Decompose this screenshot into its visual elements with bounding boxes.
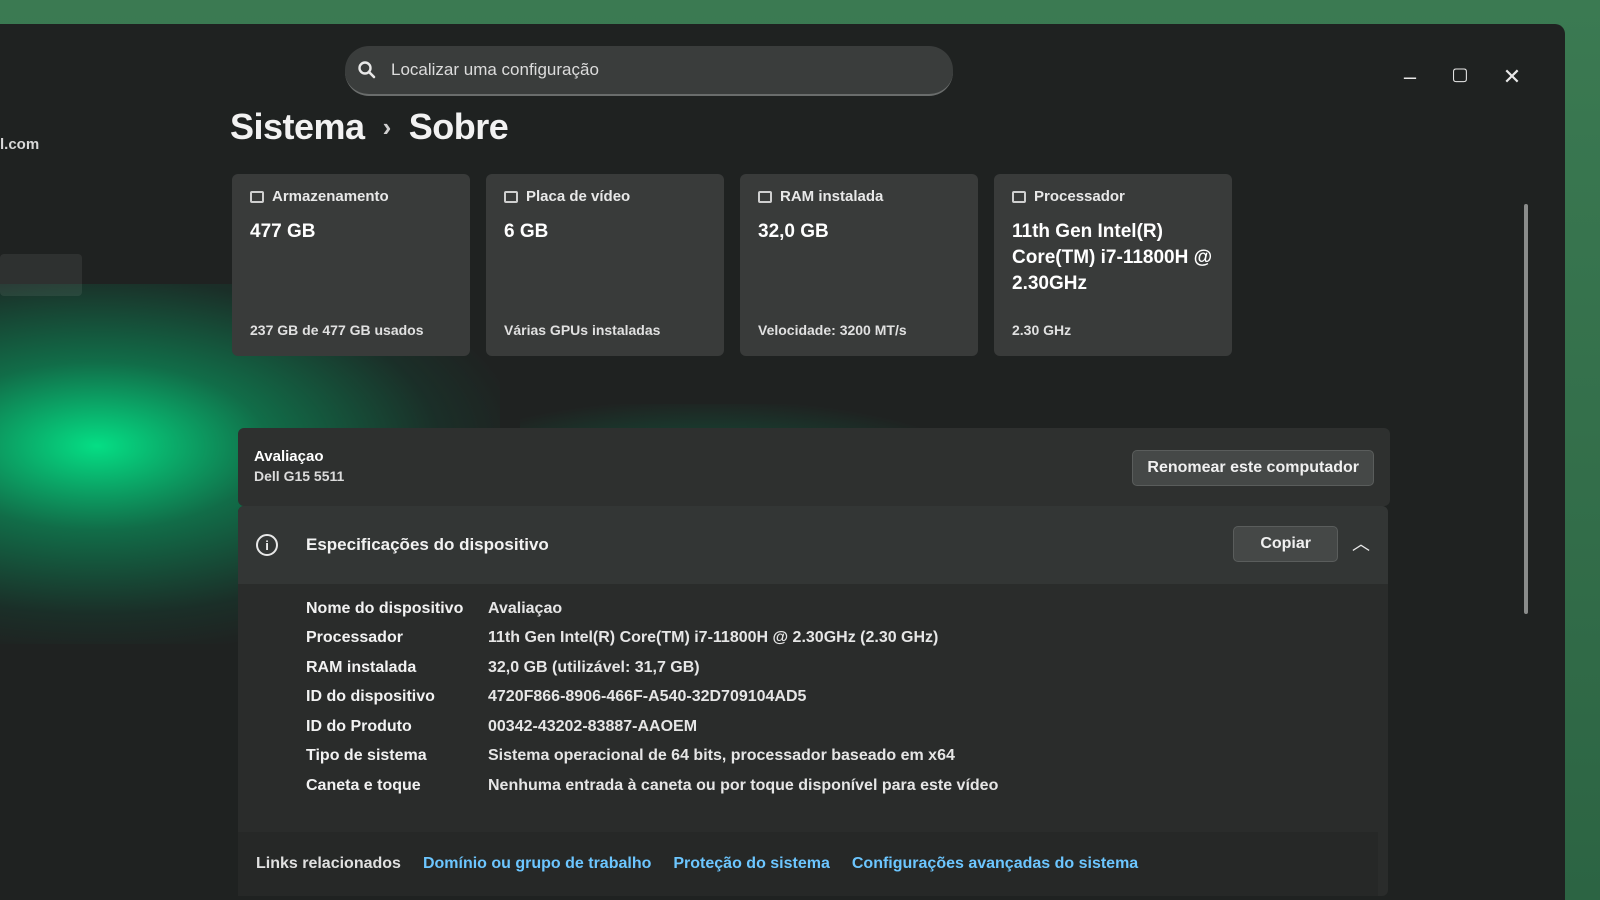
spec-row: ID do Produto 00342-43202-83887-AAOEM bbox=[306, 712, 1388, 742]
breadcrumb-parent[interactable]: Sistema bbox=[230, 106, 365, 148]
rename-computer-button[interactable]: Renomear este computador bbox=[1132, 450, 1374, 486]
card-subtext: Várias GPUs instaladas bbox=[504, 322, 661, 338]
processor-card[interactable]: Processador 11th Gen Intel(R) Core(TM) i… bbox=[994, 174, 1232, 356]
breadcrumb-separator-icon: › bbox=[382, 111, 392, 142]
device-name-row: Avaliaçao Dell G15 5511 Renomear este co… bbox=[238, 428, 1390, 506]
card-label: Processador bbox=[1034, 188, 1125, 205]
spec-value: 32,0 GB (utilizável: 31,7 GB) bbox=[488, 658, 700, 676]
card-value: 6 GB bbox=[504, 221, 549, 242]
search-input[interactable] bbox=[389, 59, 913, 81]
spec-key: Caneta e toque bbox=[306, 776, 421, 794]
spec-row: Tipo de sistema Sistema operacional de 64… bbox=[306, 742, 1388, 772]
settings-window: l.com – ▢ ✕ Sistema › Sobre Armazenament… bbox=[0, 24, 1565, 900]
spec-key: ID do Produto bbox=[306, 717, 412, 735]
card-value: 32,0 GB bbox=[758, 221, 829, 242]
card-subtext: Velocidade: 3200 MT/s bbox=[758, 322, 907, 338]
spec-key: Tipo de sistema bbox=[306, 747, 427, 765]
spec-row: RAM instalada 32,0 GB (utilizável: 31,7 G… bbox=[306, 653, 1388, 683]
link-advanced-system-settings[interactable]: Configurações avançadas do sistema bbox=[852, 855, 1138, 873]
minimize-button[interactable]: – bbox=[1390, 64, 1430, 90]
spec-value: 11th Gen Intel(R) Core(TM) i7-11800H @ 2… bbox=[488, 629, 939, 647]
spec-value: Sistema operacional de 64 bits, processa… bbox=[488, 747, 955, 765]
page-title: Sobre bbox=[408, 106, 509, 147]
info-icon: i bbox=[256, 534, 278, 556]
card-subtext: 2.30 GHz bbox=[1012, 322, 1072, 338]
chevron-up-icon[interactable]: ︿ bbox=[1352, 530, 1370, 556]
spec-key: RAM instalada bbox=[306, 658, 417, 676]
account-email: l.com bbox=[0, 136, 40, 153]
card-subtext: 237 GB de 477 GB usados bbox=[250, 322, 424, 338]
card-label: Armazenamento bbox=[272, 188, 389, 205]
device-model: Dell G15 5511 bbox=[254, 468, 345, 484]
processor-icon bbox=[1012, 190, 1026, 203]
gpu-icon bbox=[504, 190, 518, 203]
storage-icon bbox=[250, 190, 264, 203]
search-box[interactable] bbox=[345, 46, 953, 96]
close-button[interactable]: ✕ bbox=[1492, 64, 1532, 90]
spec-row: Processador 11th Gen Intel(R) Core(TM) i7… bbox=[306, 624, 1388, 654]
ram-icon bbox=[758, 190, 772, 203]
breadcrumb: Sistema › Sobre bbox=[230, 106, 509, 148]
summary-cards: Armazenamento 477 GB 237 GB de 477 GB us… bbox=[232, 174, 1232, 356]
spec-row: ID do dispositivo 4720F866-8906-466F-A540… bbox=[306, 683, 1388, 713]
link-domain-workgroup[interactable]: Domínio ou grupo de trabalho bbox=[423, 855, 651, 873]
card-label: Placa de vídeo bbox=[526, 188, 631, 205]
maximize-button[interactable]: ▢ bbox=[1440, 64, 1480, 85]
copy-button[interactable]: Copiar bbox=[1233, 526, 1338, 562]
spec-key: Nome do dispositivo bbox=[306, 599, 464, 617]
sidebar-item-system[interactable] bbox=[0, 254, 82, 296]
device-name: Avaliaçao bbox=[254, 448, 324, 465]
spec-value: 00342-43202-83887-AAOEM bbox=[488, 717, 698, 735]
spec-value: 4720F866-8906-466F-A540-32D709104AD5 bbox=[488, 688, 807, 706]
related-links-label: Links relacionados bbox=[256, 855, 401, 872]
spec-key: Processador bbox=[306, 629, 403, 647]
ram-card[interactable]: RAM instalada 32,0 GB Velocidade: 3200 M… bbox=[740, 174, 978, 356]
card-value: 11th Gen Intel(R) Core(TM) i7-11800H @ 2… bbox=[1012, 221, 1213, 294]
spec-value: Avaliaçao bbox=[488, 599, 563, 617]
specs-list: Nome do dispositivo Avaliaçao Processador… bbox=[238, 584, 1388, 801]
spec-key: ID do dispositivo bbox=[306, 688, 435, 706]
storage-card[interactable]: Armazenamento 477 GB 237 GB de 477 GB us… bbox=[232, 174, 470, 356]
card-value: 477 GB bbox=[250, 221, 316, 242]
gpu-card[interactable]: Placa de vídeo 6 GB Várias GPUs instalad… bbox=[486, 174, 724, 356]
specs-title: Especificações do dispositivo bbox=[306, 535, 549, 554]
link-system-protection[interactable]: Proteção do sistema bbox=[673, 855, 830, 873]
card-label: RAM instalada bbox=[780, 188, 884, 205]
spec-value: Nenhuma entrada à caneta ou por toque di… bbox=[488, 776, 999, 794]
related-links: Links relacionados Domínio ou grupo de t… bbox=[238, 832, 1378, 896]
spec-row: Caneta e toque Nenhuma entrada à caneta o… bbox=[306, 771, 1388, 801]
search-icon bbox=[345, 60, 389, 80]
specs-header[interactable]: i Especificações do dispositivo Copiar ︿ bbox=[238, 506, 1388, 584]
spec-row: Nome do dispositivo Avaliaçao bbox=[306, 594, 1388, 624]
scrollbar[interactable] bbox=[1524, 204, 1528, 614]
